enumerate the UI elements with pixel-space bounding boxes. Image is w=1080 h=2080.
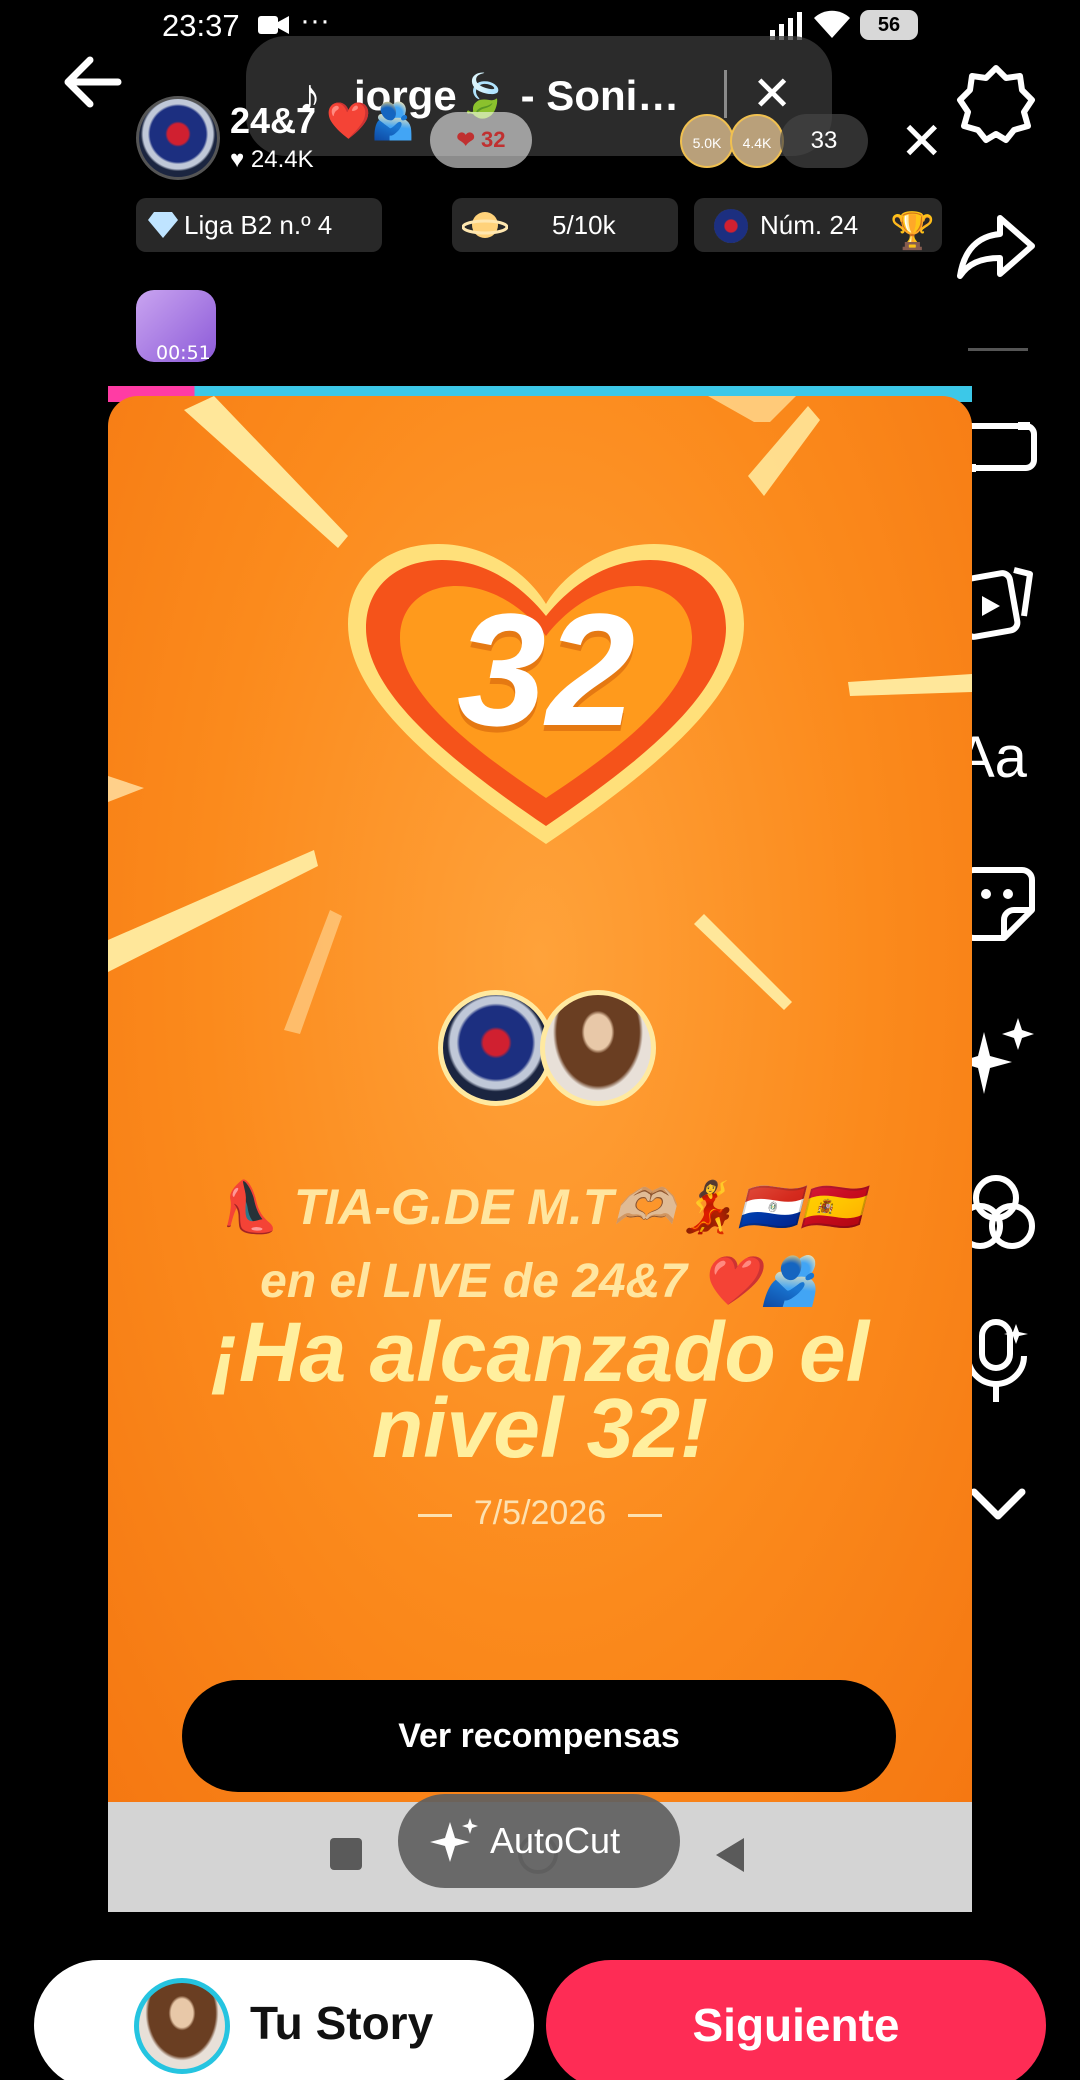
music-divider <box>724 70 727 118</box>
top-viewer-avatar[interactable]: 5.0K <box>680 114 734 168</box>
back-triangle-icon <box>716 1838 744 1872</box>
host-avatar[interactable] <box>136 96 220 180</box>
league-chip[interactable]: Liga B2 n.º 4 <box>136 198 382 252</box>
progress-chip[interactable]: 5/10k <box>452 198 678 252</box>
toolbar-divider <box>968 348 1028 351</box>
live-close-icon[interactable]: ✕ <box>900 112 944 172</box>
host-avatar-large <box>438 990 554 1106</box>
host-likes-value: 24.4K <box>250 146 314 173</box>
battery-indicator: 56 <box>860 10 918 40</box>
next-button[interactable]: Siguiente <box>546 1960 1046 2080</box>
top-viewer-avatar[interactable]: 4.4K <box>730 114 784 168</box>
status-more-icon: ··· <box>300 4 330 37</box>
user-display-name: 👠 TIA-G.DE M.T🫶🏼💃🇵🇾🇪🇸 <box>217 1179 863 1235</box>
autocut-sparkle-icon <box>430 1818 478 1862</box>
live-host-line: en el LIVE de 24&7 ❤️🫂 <box>260 1255 820 1308</box>
share-arrow-icon[interactable] <box>956 212 1036 282</box>
fan-level-badge[interactable]: ❤ 32 <box>430 112 532 168</box>
planet-icon <box>462 212 508 238</box>
recents-square-icon <box>330 1838 362 1870</box>
level-number: 32 <box>457 580 635 759</box>
video-record-icon <box>258 16 289 34</box>
host-name[interactable]: 24&7 ❤️🫂 <box>230 100 416 142</box>
status-time: 23:37 <box>162 8 240 43</box>
trophy-icon: 🏆 <box>890 210 935 251</box>
rank-chip[interactable]: Núm. 24 🏆 <box>694 198 942 252</box>
date-dash <box>628 1513 663 1517</box>
progress-label: 5/10k <box>552 210 616 240</box>
host-likes: ♥ 24.4K <box>230 146 314 173</box>
settings-gear-icon[interactable] <box>956 64 1036 144</box>
autocut-label: AutoCut <box>490 1820 621 1861</box>
level-date: 7/5/2026 <box>473 1494 607 1532</box>
date-dash <box>417 1513 452 1517</box>
gift-timer: 00:51 <box>156 342 211 364</box>
fan-level-value: 32 <box>481 127 506 152</box>
back-arrow-icon[interactable] <box>60 54 122 110</box>
wifi-icon <box>814 10 850 39</box>
diamond-icon <box>148 212 178 238</box>
level-up-card: 32 👠 TIA-G.DE M.T🫶🏼💃🇵🇾🇪🇸 en el LIVE de 2… <box>108 396 972 1802</box>
chevron-down-icon[interactable] <box>970 1486 1026 1520</box>
your-story-label: Tu Story <box>250 1997 434 2049</box>
league-label: Liga B2 n.º 4 <box>184 210 333 240</box>
user-avatar-large <box>540 990 656 1106</box>
voice-effects-icon[interactable] <box>962 1318 1032 1404</box>
view-rewards-button[interactable]: Ver recompensas <box>182 1680 896 1792</box>
viewer-count[interactable]: 33 <box>780 114 868 168</box>
date-line: 7/5/2026 <box>108 1494 972 1533</box>
rank-avatar <box>714 209 748 243</box>
story-avatar <box>134 1978 230 2074</box>
rank-label: Núm. 24 <box>760 210 859 240</box>
level-headline: ¡Ha alcanzado el nivel 32! <box>210 1305 870 1475</box>
